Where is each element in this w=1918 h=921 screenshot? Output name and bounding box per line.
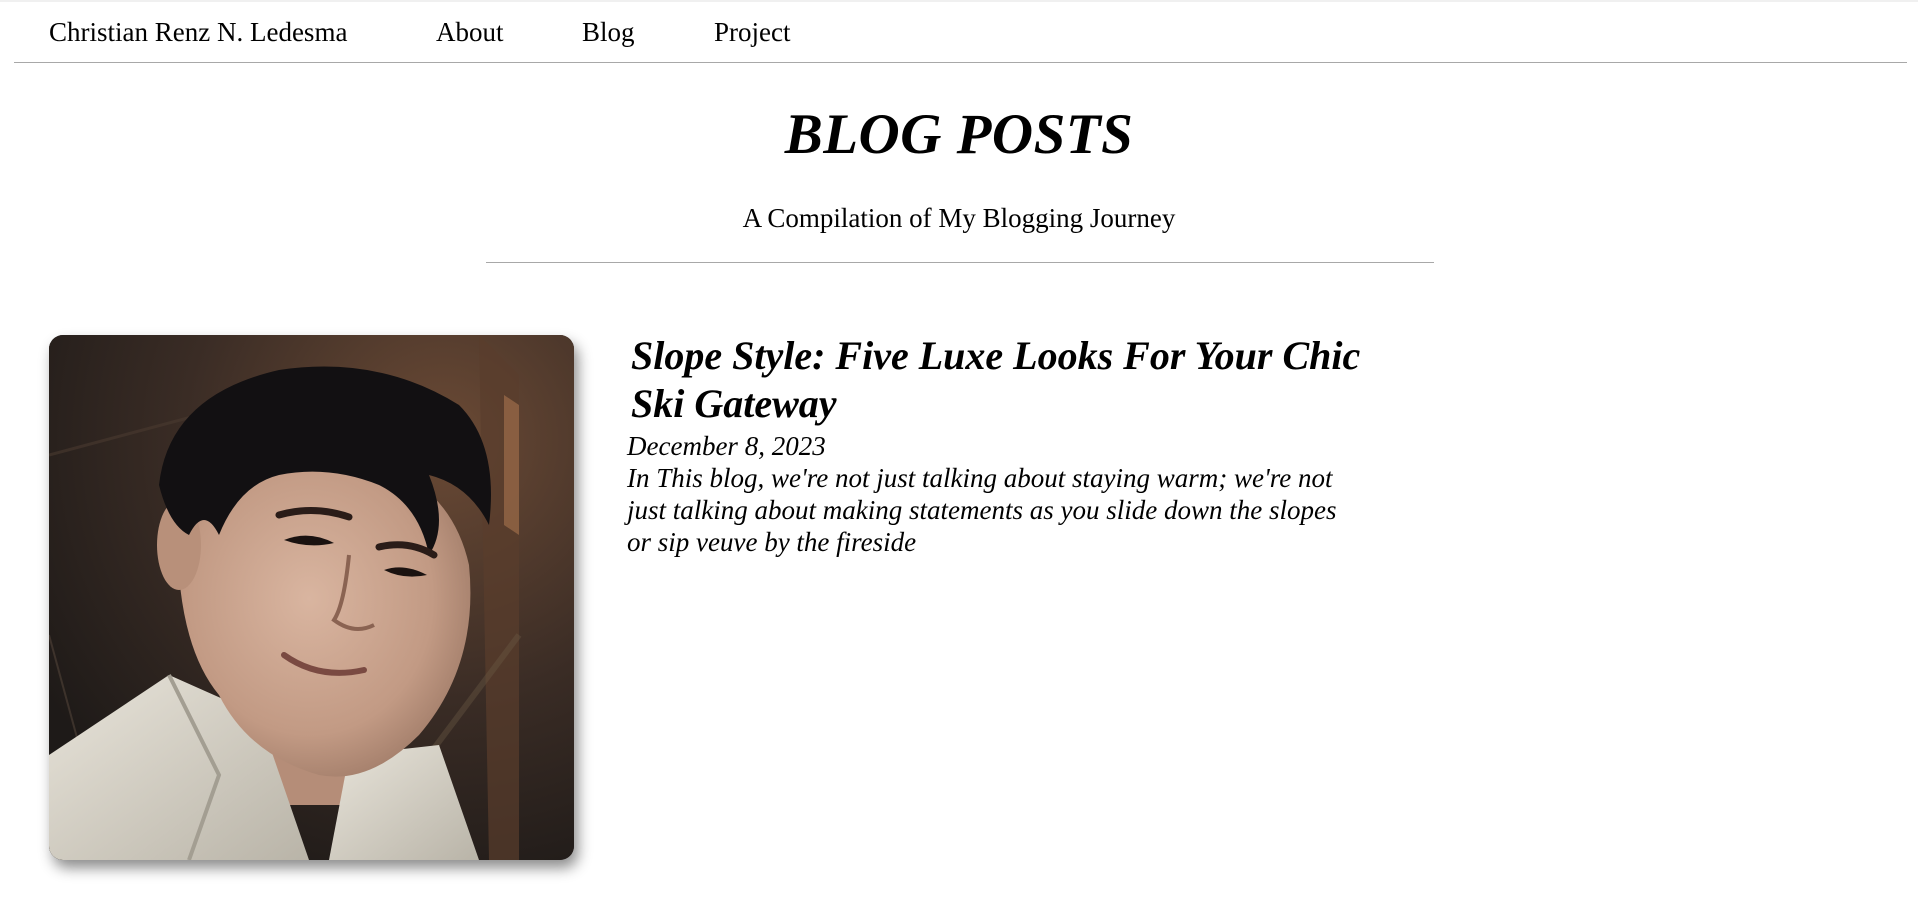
post-thumbnail-image[interactable] — [49, 335, 574, 860]
nav-link-blog[interactable]: Blog — [582, 15, 635, 49]
nav-brand-link[interactable]: Christian Renz N. Ledesma — [49, 15, 347, 49]
hero-divider — [486, 262, 1434, 263]
selfie-photo-illustration — [49, 335, 574, 860]
nav-link-project[interactable]: Project — [714, 15, 790, 49]
post-excerpt: In This blog, we're not just talking abo… — [627, 463, 1337, 557]
post-title-link[interactable]: Slope Style: Five Luxe Looks For Your Ch… — [631, 332, 1411, 428]
navbar: Christian Renz N. Ledesma About Blog Pro… — [14, 0, 1907, 63]
nav-link-about[interactable]: About — [436, 15, 504, 49]
page: Christian Renz N. Ledesma About Blog Pro… — [0, 0, 1918, 921]
page-title: BLOG POSTS — [784, 103, 1134, 166]
page-subtitle: A Compilation of My Blogging Journey — [742, 203, 1176, 233]
post-date: December 8, 2023 — [627, 431, 826, 461]
